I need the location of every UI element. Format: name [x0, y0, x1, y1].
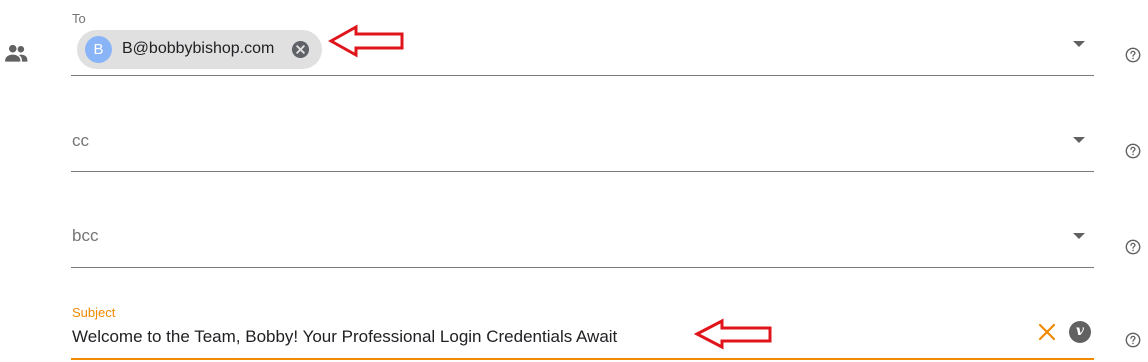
bcc-placeholder: bcc: [72, 226, 99, 245]
red-arrow-icon: [328, 24, 404, 58]
cc-underline: [71, 171, 1094, 172]
variable-icon[interactable]: v: [1069, 321, 1091, 343]
subject-underline: [71, 358, 1094, 360]
to-dropdown-icon[interactable]: [1073, 41, 1085, 47]
recipient-chip[interactable]: B B@bobbybishop.com: [77, 30, 322, 69]
to-label: To: [72, 11, 86, 26]
close-icon[interactable]: [1037, 322, 1057, 342]
help-circle-icon[interactable]: [1125, 143, 1141, 159]
recipient-email: B@bobbybishop.com: [122, 40, 275, 57]
subject-label: Subject: [72, 305, 116, 320]
people-icon: [5, 44, 28, 62]
red-arrow-icon: [694, 318, 772, 350]
help-circle-icon[interactable]: [1125, 332, 1141, 348]
subject-input[interactable]: [72, 325, 1012, 349]
help-circle-icon[interactable]: [1125, 47, 1141, 63]
bcc-underline: [71, 267, 1094, 268]
cc-placeholder: cc: [72, 131, 89, 150]
close-circle-icon[interactable]: [291, 40, 310, 59]
help-circle-icon[interactable]: [1125, 239, 1141, 255]
to-underline: [71, 75, 1094, 76]
bcc-dropdown-icon[interactable]: [1073, 233, 1085, 239]
recipient-avatar: B: [85, 36, 112, 63]
cc-dropdown-icon[interactable]: [1073, 137, 1085, 143]
